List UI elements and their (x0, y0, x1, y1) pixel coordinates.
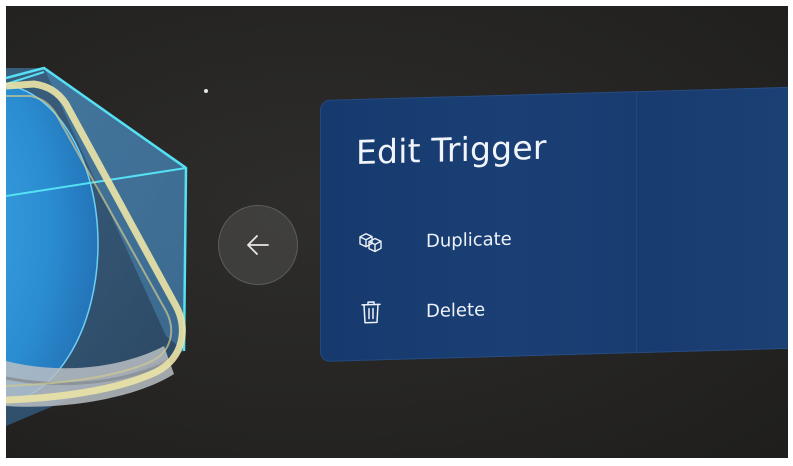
trash-icon (356, 297, 386, 328)
trigger-hologram-object[interactable] (6, 6, 206, 458)
mixed-reality-scene: Edit Trigger Duplicate Delete (6, 6, 788, 458)
arrow-left-icon (247, 235, 269, 255)
back-button[interactable] (218, 205, 298, 285)
delete-label: Delete (426, 298, 486, 322)
duplicate-button[interactable]: Duplicate (342, 208, 762, 268)
panel-title: Edit Trigger (356, 127, 547, 172)
duplicate-cubes-icon (356, 227, 386, 258)
edit-trigger-panel: Edit Trigger Duplicate Delete (320, 86, 788, 363)
background-star (204, 89, 208, 93)
duplicate-label: Duplicate (426, 228, 512, 252)
delete-button[interactable]: Delete (342, 278, 762, 338)
